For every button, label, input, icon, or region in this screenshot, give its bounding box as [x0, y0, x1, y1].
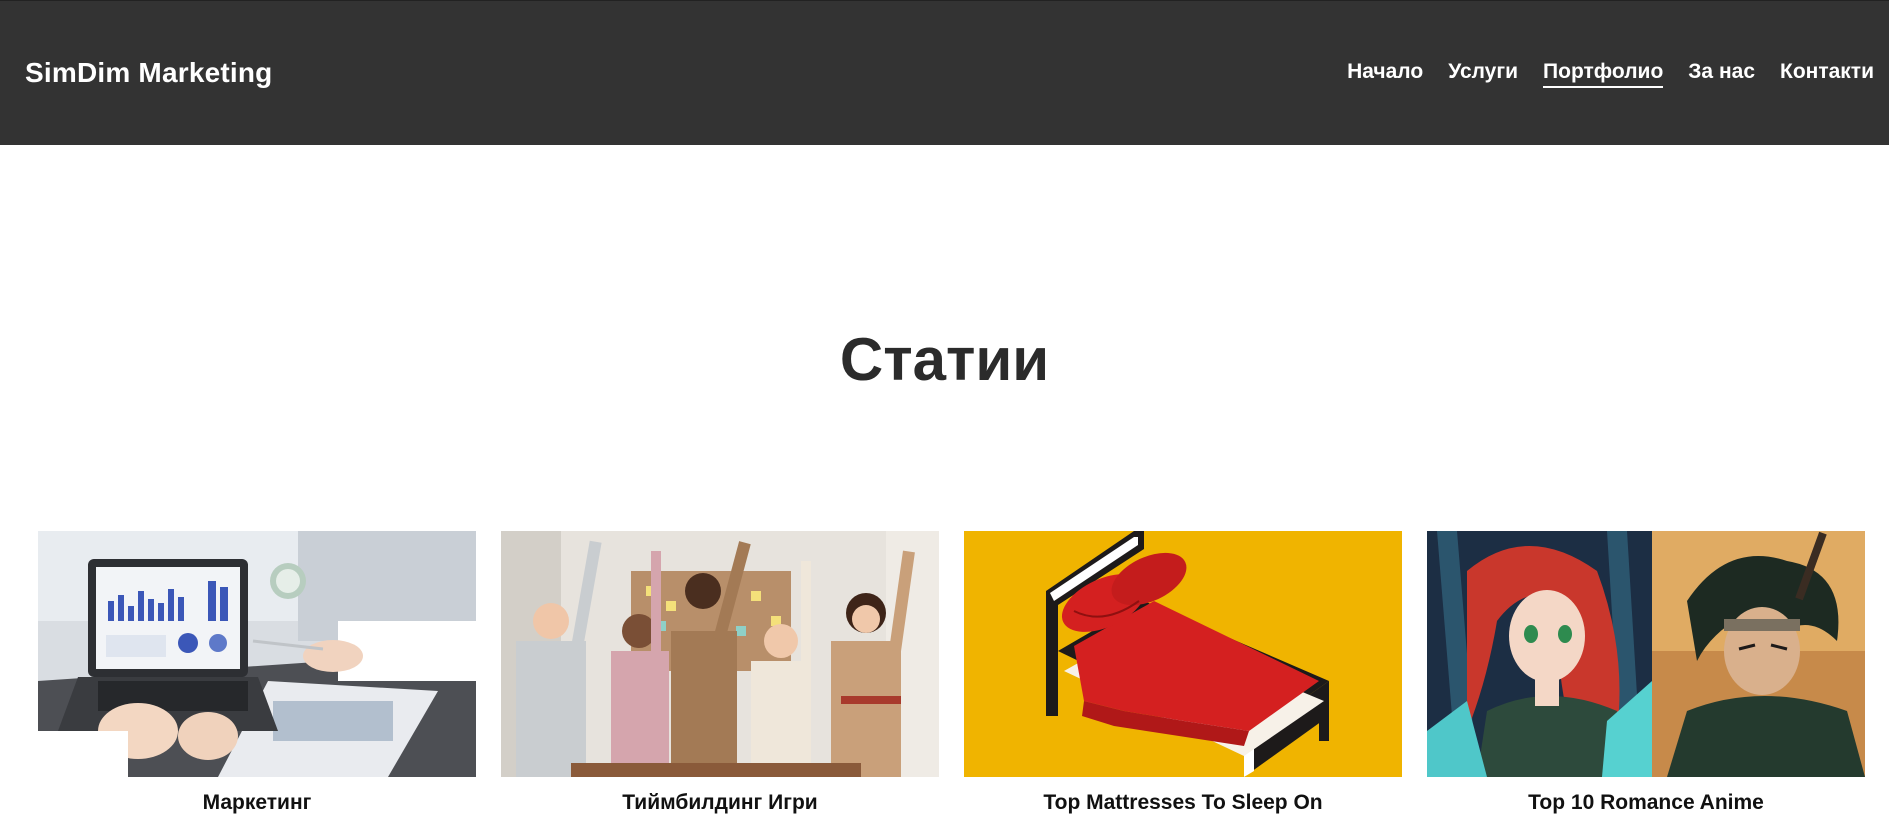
- article-image-teambuilding[interactable]: [501, 531, 939, 777]
- article-title[interactable]: Top 10 Romance Anime: [1427, 791, 1865, 815]
- nav-item-about[interactable]: За нас: [1688, 61, 1755, 88]
- article-card-anime[interactable]: Top 10 Romance Anime: [1427, 531, 1865, 815]
- article-title[interactable]: Тиймбилдинг Игри: [501, 791, 939, 815]
- article-image-anime[interactable]: [1427, 531, 1865, 777]
- article-title[interactable]: Маркетинг: [38, 791, 476, 815]
- article-card-marketing[interactable]: Маркетинг: [38, 531, 476, 815]
- main-nav: Начало Услуги Портфолио За нас Контакти: [1347, 61, 1874, 88]
- article-image-marketing[interactable]: [38, 531, 476, 777]
- brand-logo-link[interactable]: SimDim Marketing: [25, 57, 272, 89]
- nav-item-portfolio[interactable]: Портфолио: [1543, 61, 1664, 88]
- nav-item-services[interactable]: Услуги: [1448, 61, 1518, 88]
- nav-item-contacts[interactable]: Контакти: [1780, 61, 1874, 88]
- nav-item-home[interactable]: Начало: [1347, 61, 1423, 88]
- articles-grid: Маркетинг Тиймбилдинг Игри Top Mattresse…: [38, 531, 1865, 815]
- page-title: Статии: [839, 326, 1050, 393]
- article-title[interactable]: Top Mattresses To Sleep On: [964, 791, 1402, 815]
- article-card-mattresses[interactable]: Top Mattresses To Sleep On: [964, 531, 1402, 815]
- article-card-teambuilding[interactable]: Тиймбилдинг Игри: [501, 531, 939, 815]
- site-header: SimDim Marketing Начало Услуги Портфолио…: [0, 0, 1889, 145]
- article-image-mattresses[interactable]: [964, 531, 1402, 777]
